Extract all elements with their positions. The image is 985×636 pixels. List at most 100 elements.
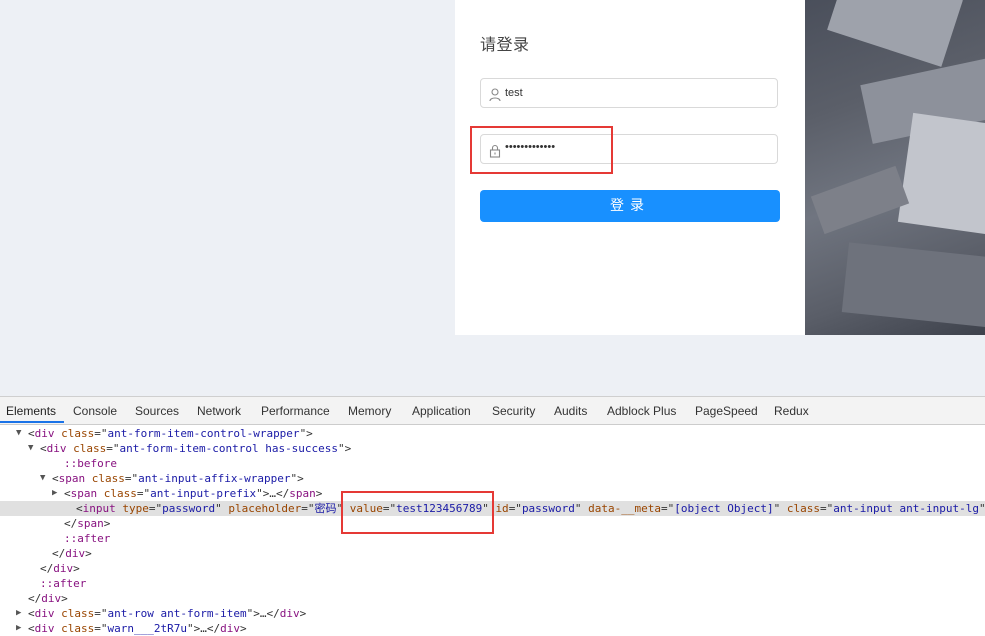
tab-console[interactable]: Console bbox=[73, 404, 117, 418]
dom-node-markup: </div> bbox=[52, 546, 92, 561]
dom-node-line[interactable]: </div> bbox=[0, 561, 985, 576]
dom-token: ant-form-item-control-wrapper bbox=[107, 427, 300, 440]
dom-token: div bbox=[53, 562, 74, 575]
dom-token: span bbox=[77, 517, 104, 530]
dom-token: class bbox=[786, 502, 820, 515]
lock-icon bbox=[489, 143, 501, 158]
dom-node-line[interactable]: ▼ <div class="ant-form-item-control-wrapp… bbox=[0, 426, 985, 441]
dom-token: ant-input-prefix bbox=[150, 487, 257, 500]
tab-performance[interactable]: Performance bbox=[261, 404, 330, 418]
tab-elements[interactable]: Elements bbox=[6, 404, 56, 418]
dom-token: ::after bbox=[64, 532, 111, 545]
login-button[interactable]: 登录 bbox=[480, 190, 780, 222]
dom-token: < bbox=[28, 427, 35, 440]
dom-token: =" bbox=[124, 472, 139, 485]
dom-node-line[interactable]: </div> bbox=[0, 546, 985, 561]
dom-token: </ bbox=[28, 592, 42, 605]
collapsed-triangle-icon[interactable]: ▶ bbox=[16, 606, 21, 621]
expand-triangle-icon[interactable]: ▼ bbox=[16, 426, 21, 441]
dom-token: class bbox=[103, 487, 137, 500]
dom-token: > bbox=[85, 547, 92, 560]
expand-triangle-icon[interactable]: ▼ bbox=[28, 441, 33, 456]
dom-node-markup: </div> bbox=[40, 561, 80, 576]
dom-token: class bbox=[61, 427, 95, 440]
dom-token: 密码 bbox=[314, 502, 337, 515]
page-background: 请登录 test ••••••••••••• 登录 bbox=[0, 0, 985, 396]
background-photo bbox=[805, 0, 985, 335]
collapsed-triangle-icon[interactable]: ▶ bbox=[16, 621, 21, 636]
dom-token: " bbox=[574, 502, 589, 515]
dom-token: div bbox=[46, 442, 74, 455]
tab-audits[interactable]: Audits bbox=[554, 404, 587, 418]
dom-token: input bbox=[82, 502, 123, 515]
dom-token: type bbox=[122, 502, 149, 515]
dom-token: placeholder bbox=[228, 502, 302, 515]
dom-token: =" bbox=[382, 502, 397, 515]
dom-token: [object Object] bbox=[674, 502, 774, 515]
dom-token: class bbox=[73, 442, 107, 455]
login-card: 请登录 test ••••••••••••• 登录 bbox=[455, 0, 805, 335]
dom-node-line[interactable]: </span> bbox=[0, 516, 985, 531]
dom-token: > bbox=[73, 562, 80, 575]
collapsed-triangle-icon[interactable]: ▶ bbox=[52, 486, 57, 501]
dom-token: div bbox=[34, 607, 62, 620]
username-input[interactable]: test bbox=[480, 78, 778, 108]
dom-token: ant-input ant-input-lg bbox=[833, 502, 979, 515]
dom-token: " bbox=[215, 502, 229, 515]
active-tab-indicator bbox=[0, 421, 64, 423]
dom-token: test123456789 bbox=[396, 502, 483, 515]
dom-token: div bbox=[34, 622, 62, 635]
dom-token: =" bbox=[148, 502, 163, 515]
dom-token: div bbox=[65, 547, 86, 560]
password-input[interactable]: ••••••••••••• bbox=[480, 134, 778, 164]
dom-node-line[interactable]: ▼ <span class="ant-input-affix-wrapper"> bbox=[0, 471, 985, 486]
dom-node-line[interactable]: ▶ <span class="ant-input-prefix">…</span> bbox=[0, 486, 985, 501]
dom-node-line[interactable]: </div> bbox=[0, 591, 985, 606]
dom-token: ant-form-item-control has-success bbox=[119, 442, 339, 455]
tab-security[interactable]: Security bbox=[492, 404, 535, 418]
dom-node-markup: <span class="ant-input-affix-wrapper"> bbox=[52, 471, 304, 486]
dom-token: =" bbox=[94, 427, 108, 440]
dom-token: =" bbox=[136, 487, 151, 500]
dom-token: =" bbox=[661, 502, 675, 515]
dom-token: div bbox=[34, 427, 62, 440]
dom-node-markup: </span> bbox=[64, 516, 110, 531]
dom-node-line[interactable]: ▶ <div class="warn___2tR7u">…</div> bbox=[0, 621, 985, 636]
dom-token: " bbox=[482, 502, 496, 515]
dom-node-line[interactable]: ::after bbox=[0, 576, 985, 591]
dom-token: </ bbox=[40, 562, 54, 575]
dom-tree[interactable]: ▼ <div class="ant-form-item-control-wrapp… bbox=[0, 425, 985, 636]
dom-token: div bbox=[279, 607, 300, 620]
dom-node-line[interactable]: <input type="password" placeholder="密码" … bbox=[0, 501, 985, 516]
expand-triangle-icon[interactable]: ▼ bbox=[40, 471, 45, 486]
dom-token: ">…</ bbox=[186, 622, 221, 635]
dom-token: value bbox=[349, 502, 383, 515]
dom-token: "> bbox=[299, 427, 313, 440]
tab-network[interactable]: Network bbox=[197, 404, 241, 418]
dom-token: id bbox=[495, 502, 509, 515]
dom-token: span bbox=[289, 487, 316, 500]
username-value: test bbox=[505, 87, 523, 99]
dom-node-markup: ::before bbox=[64, 456, 117, 471]
dom-token: div bbox=[220, 622, 240, 635]
dom-token: class bbox=[91, 472, 125, 485]
tab-memory[interactable]: Memory bbox=[348, 404, 391, 418]
dom-node-line[interactable]: ▼ <div class="ant-form-item-control has-s… bbox=[0, 441, 985, 456]
dom-token: span bbox=[70, 487, 104, 500]
tab-pagespeed[interactable]: PageSpeed bbox=[695, 404, 758, 418]
dom-token: div bbox=[41, 592, 62, 605]
tab-adblock-plus[interactable]: Adblock Plus bbox=[607, 404, 676, 418]
password-value: ••••••••••••• bbox=[505, 141, 556, 153]
dom-node-line[interactable]: ::before bbox=[0, 456, 985, 471]
dom-token: =" bbox=[106, 442, 120, 455]
dom-token: < bbox=[76, 502, 83, 515]
login-title: 请登录 bbox=[480, 35, 530, 54]
dom-token: span bbox=[58, 472, 92, 485]
tab-application[interactable]: Application bbox=[412, 404, 471, 418]
tab-sources[interactable]: Sources bbox=[135, 404, 179, 418]
dom-token: =" bbox=[94, 622, 108, 635]
dom-node-line[interactable]: ::after bbox=[0, 531, 985, 546]
dom-token: =" bbox=[94, 607, 108, 620]
dom-node-line[interactable]: ▶ <div class="ant-row ant-form-item">…</d… bbox=[0, 606, 985, 621]
tab-redux[interactable]: Redux bbox=[774, 404, 809, 418]
